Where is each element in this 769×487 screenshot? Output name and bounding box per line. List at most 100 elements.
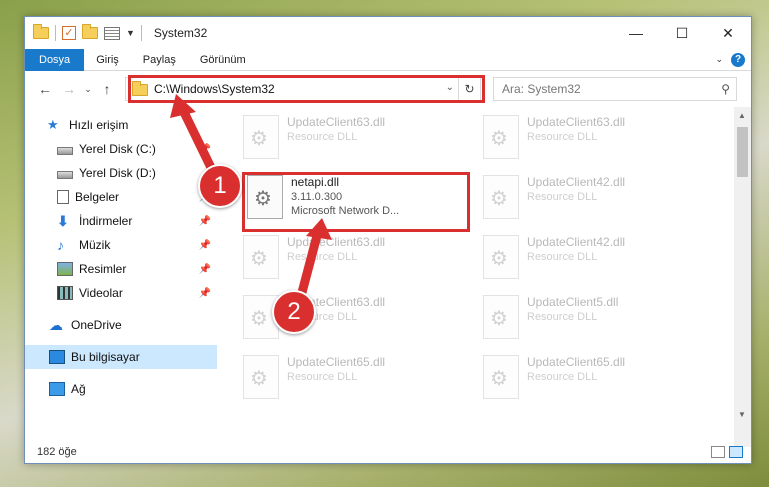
expand-ribbon-icon[interactable]: ⌄ [715,54,723,65]
sidebar-item-label: Resimler [79,262,127,276]
address-highlight-box [128,75,485,103]
sidebar-item-documents[interactable]: Belgeler 📌 [25,185,217,209]
new-folder-icon[interactable] [82,24,98,39]
search-input[interactable]: Ara: System32 [502,82,581,96]
sidebar-item-pictures[interactable]: Resimler 📌 [25,257,217,281]
title-bar: ✓ ▼ System32 — ☐ ✕ [25,17,751,49]
dll-file-icon [243,115,279,159]
sidebar-item-onedrive[interactable]: ☁ OneDrive [25,313,217,337]
file-type: Resource DLL [287,131,358,143]
ribbon-right: ⌄ ? [715,52,751,67]
file-item[interactable]: UpdateClient5.dll Resource DLL [483,295,713,351]
close-button[interactable]: ✕ [705,17,751,49]
music-icon: ♪ [57,237,64,253]
sidebar-item-local-disk-d[interactable]: Yerel Disk (D:) [25,161,217,185]
sidebar-item-quick-access[interactable]: ★ Hızlı erişim [25,113,217,137]
step-badge-2: 2 [272,290,316,334]
sidebar-item-downloads[interactable]: ⬇ İndirmeler 📌 [25,209,217,233]
tab-file[interactable]: Dosya [25,48,85,71]
back-button[interactable]: ← [33,81,57,97]
document-icon [57,190,69,204]
item-count: 182 öğe [37,446,77,458]
sidebar-item-label: Yerel Disk (C:) [79,142,156,156]
file-name: UpdateClient63.dll [287,115,386,129]
sidebar-item-videos[interactable]: Videolar 📌 [25,281,217,305]
pin-icon[interactable]: 📌 [199,216,211,227]
file-item[interactable]: UpdateClient42.dll Resource DLL [483,235,713,291]
sidebar-item-label: İndirmeler [79,214,133,228]
scroll-up-icon[interactable]: ▲ [738,111,746,120]
drive-icon [57,171,73,179]
scroll-down-icon[interactable]: ▼ [738,410,746,419]
pin-icon[interactable]: 📌 [199,264,211,275]
file-name: UpdateClient42.dll [527,175,626,189]
maximize-button[interactable]: ☐ [659,17,705,49]
forward-button[interactable]: → [57,81,81,97]
pin-icon[interactable]: 📌 [199,144,211,155]
search-icon: ⚲ [721,82,730,96]
minimize-button[interactable]: — [613,17,659,49]
file-item[interactable]: UpdateClient63.dll Resource DLL [243,235,473,291]
cloud-icon: ☁ [49,317,63,333]
tab-home[interactable]: Giriş [84,49,131,71]
file-name: UpdateClient5.dll [527,295,619,309]
file-type: Resource DLL [527,311,598,323]
tab-view[interactable]: Görünüm [188,49,258,71]
file-item[interactable]: UpdateClient63.dll Resource DLL [483,115,713,171]
file-name: UpdateClient42.dll [527,235,626,249]
file-item[interactable]: UpdateClient65.dll Resource DLL [483,355,713,411]
status-bar: 182 öğe [25,441,751,463]
vertical-scrollbar[interactable]: ▲ ▼ [734,107,751,447]
file-item[interactable]: UpdateClient63.dll Resource DLL [243,115,473,171]
sidebar-item-label: Hızlı erişim [69,118,129,132]
window-title: System32 [153,26,208,40]
file-type: Resource DLL [527,251,598,263]
sidebar-item-local-disk-c[interactable]: Yerel Disk (C:) 📌 [25,137,217,161]
sidebar-item-label: Yerel Disk (D:) [79,166,156,180]
properties-check-icon[interactable]: ✓ [62,26,76,40]
file-type: Resource DLL [287,371,358,383]
tiles-view-icon[interactable] [729,446,743,458]
sidebar-item-label: Ağ [71,382,86,396]
pin-icon[interactable]: 📌 [199,240,211,251]
view-switcher [711,446,743,458]
file-type: Resource DLL [287,251,358,263]
help-icon[interactable]: ? [731,52,745,67]
customize-dropdown-icon[interactable]: ▼ [126,28,135,38]
sidebar-item-label: Videolar [79,286,123,300]
download-icon: ⬇ [57,213,69,229]
dll-file-icon [243,235,279,279]
dll-file-icon [483,235,519,279]
recent-locations-icon[interactable]: ⌄ [81,84,95,95]
file-name: UpdateClient63.dll [527,115,626,129]
window-controls: — ☐ ✕ [613,17,751,49]
sidebar-item-label: Bu bilgisayar [71,350,140,364]
computer-icon [49,350,65,364]
divider [140,25,142,41]
file-item[interactable]: UpdateClient65.dll Resource DLL [243,355,473,411]
tab-share[interactable]: Paylaş [131,49,188,71]
file-type: Resource DLL [527,131,598,143]
pin-icon[interactable]: 📌 [199,288,211,299]
sidebar-item-music[interactable]: ♪ Müzik 📌 [25,233,217,257]
up-button[interactable]: ↑ [95,81,119,97]
star-icon: ★ [47,117,59,132]
ribbon-tabs: Dosya Giriş Paylaş Görünüm ⌄ ? [25,48,751,71]
divider [55,25,56,41]
network-icon [49,382,65,396]
quick-access-toolbar: ✓ ▼ System32 [25,24,208,41]
properties-icon[interactable] [104,26,120,40]
details-view-icon[interactable] [711,446,725,458]
drive-icon [57,147,73,155]
navigation-pane: ★ Hızlı erişim Yerel Disk (C:) 📌 Yerel D… [25,107,217,447]
dll-file-icon [243,355,279,399]
search-box[interactable]: Ara: System32 ⚲ [493,77,737,101]
scroll-thumb[interactable] [737,127,748,177]
sidebar-item-network[interactable]: Ağ [25,377,217,401]
file-highlight-box [242,172,470,232]
picture-icon [57,262,73,276]
sidebar-item-this-pc[interactable]: Bu bilgisayar [25,345,217,369]
file-item[interactable]: UpdateClient42.dll Resource DLL [483,175,713,231]
file-list: UpdateClient63.dll Resource DLL UpdateCl… [235,107,733,437]
dll-file-icon [483,115,519,159]
